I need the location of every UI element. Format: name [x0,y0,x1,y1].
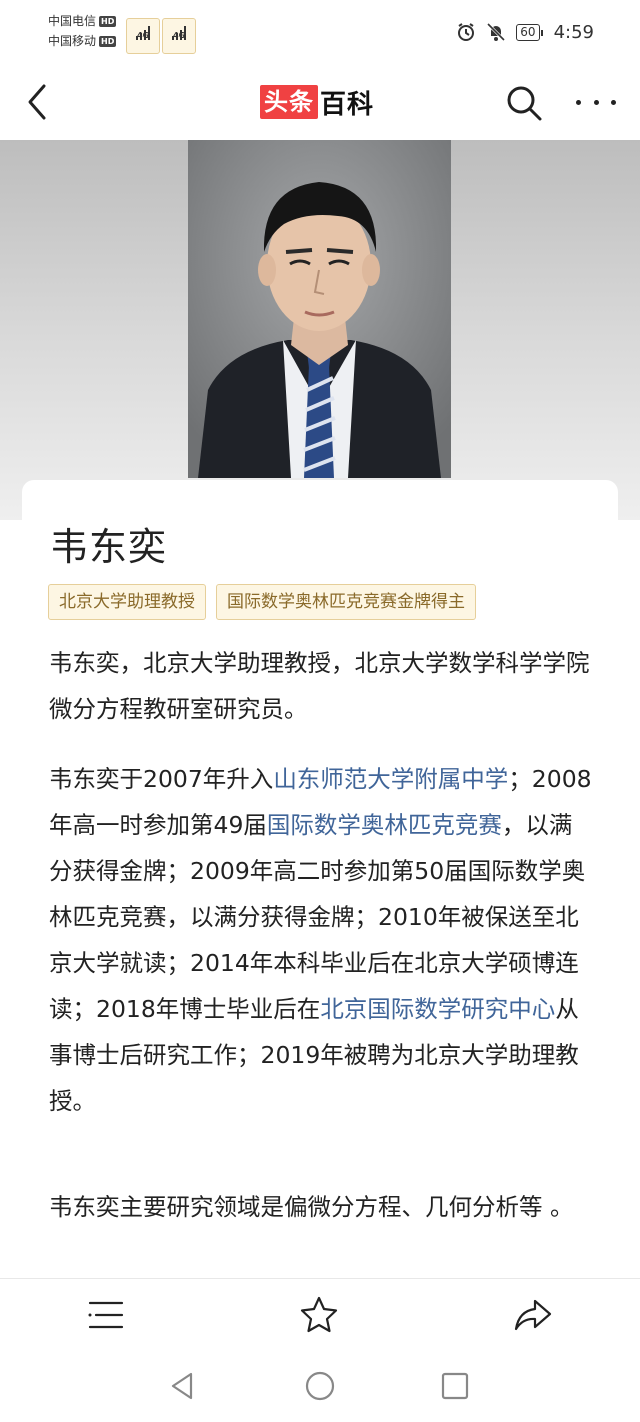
hd-badge: HD [99,36,117,47]
biography-paragraph: 韦东奕于2007年升入山东师范大学附属中学；2008年高一时参加第49届国际数学… [49,756,594,1124]
logo-red-text: 头条 [260,85,318,119]
link-bicmr[interactable]: 北京国际数学研究中心 [320,995,555,1023]
tag-item[interactable]: 北京大学助理教授 [48,584,206,620]
toutiao-baike-logo: 头条 百科 [260,84,374,120]
link-imo[interactable]: 国际数学奥林匹克竞赛 [267,811,502,839]
nav-home-icon[interactable] [302,1368,338,1404]
star-icon[interactable] [299,1295,339,1335]
mute-bell-icon [487,22,506,42]
clock: 4:59 [553,21,594,43]
text-run: 韦东奕于2007年升入 [49,765,274,793]
list-menu-icon[interactable] [86,1295,126,1335]
hero-banner [0,140,640,520]
entry-card: 韦东奕 北京大学助理教授 国际数学奥林匹克竞赛金牌得主 韦东奕，北京大学助理教授… [22,480,618,1280]
search-icon[interactable] [505,84,543,122]
carrier-telecom: 中国电信 HD [48,14,117,28]
system-nav-bar [0,1354,640,1422]
entry-title: 韦东奕 [50,525,168,569]
link-affiliated-school[interactable]: 山东师范大学附属中学 [273,765,508,793]
more-dots-icon[interactable] [576,94,616,110]
carrier-mobile: 中国移动 HD [48,34,117,48]
nav-back-icon[interactable] [165,1368,201,1404]
chevron-left-icon[interactable] [22,82,52,122]
entry-tags: 北京大学助理教授 国际数学奥林匹克竞赛金牌得主 [48,584,476,620]
nav-recent-icon[interactable] [437,1368,473,1404]
tag-item[interactable]: 国际数学奥林匹克竞赛金牌得主 [216,584,476,620]
carrier-name: 中国移动 [48,34,97,48]
share-icon[interactable] [513,1295,553,1335]
logo-black-text: 百科 [320,89,375,120]
battery-icon: 60 [516,23,543,41]
app-header: 头条 百科 [0,64,640,140]
hd-badge: HD [99,16,117,27]
carrier-name: 中国电信 [48,14,97,28]
text-run: ，以满分获得金牌；2009年高二时参加第50届国际数学奥林匹克竞赛，以满分获得金… [49,811,586,1023]
alarm-icon [458,23,475,41]
portrait-photo [188,140,451,478]
status-right: 60 4:59 [456,20,594,44]
status-bar: 中国电信HD 中国移动HD 4G 4G 60 4:59 [0,0,640,64]
summary-paragraph: 韦东奕，北京大学助理教授，北京大学数学科学学院微分方程教研室研究员。 [49,649,590,723]
bottom-toolbar [0,1278,640,1354]
research-paragraph: 韦东奕主要研究领域是偏微分方程、几何分析等 。 [49,1193,574,1221]
